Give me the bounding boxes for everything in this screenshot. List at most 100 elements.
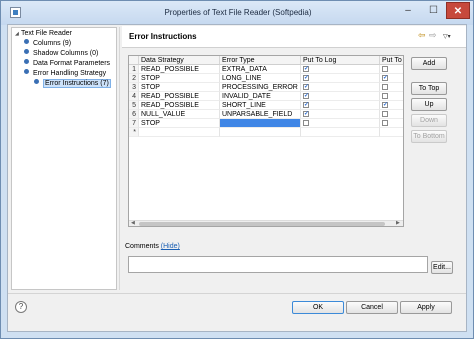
data-strategy-cell[interactable]	[139, 128, 220, 137]
data-strategy-cell[interactable]: STOP	[139, 74, 220, 83]
put-to-cell	[380, 110, 403, 119]
row-number[interactable]: 4	[129, 92, 139, 101]
scroll-left-icon[interactable]: ◀	[131, 220, 135, 226]
header-cell-error-type[interactable]: Error Type	[220, 56, 301, 65]
error-type-cell[interactable]	[220, 119, 301, 128]
put-to-log-cell	[301, 101, 380, 110]
pane-splitter[interactable]	[119, 27, 120, 290]
put-to-log-checkbox[interactable]	[303, 74, 309, 82]
put-to-log-cell	[301, 65, 380, 74]
put-to-log-checkbox[interactable]	[303, 101, 309, 109]
down-button[interactable]: Down	[411, 114, 447, 127]
add-button[interactable]: Add	[411, 57, 447, 70]
data-strategy-cell[interactable]: READ_POSSIBLE	[139, 101, 220, 110]
tree-item-label: Error Instructions (7)	[43, 79, 111, 88]
put-to-checkbox[interactable]	[382, 101, 388, 109]
put-to-log-cell	[301, 128, 380, 137]
put-to-checkbox[interactable]	[382, 120, 388, 126]
horizontal-scrollbar[interactable]: ◀ ▶	[129, 220, 403, 226]
put-to-checkbox[interactable]	[382, 74, 388, 82]
put-to-log-checkbox[interactable]	[303, 92, 309, 100]
comments-label: Comments (Hide)	[125, 243, 180, 250]
tree-item-shadow-columns[interactable]: Shadow Columns (0)	[24, 49, 98, 59]
node-icon	[24, 69, 29, 74]
header-cell-row-number	[129, 56, 139, 65]
error-type-cell[interactable]: LONG_LINE	[220, 74, 301, 83]
put-to-log-checkbox[interactable]	[303, 110, 309, 118]
put-to-log-cell	[301, 110, 380, 119]
page-title: Error Instructions	[129, 32, 197, 41]
tree-item-data-format-parameters[interactable]: Data Format Parameters	[24, 59, 110, 69]
error-type-cell[interactable]	[220, 128, 301, 137]
header-cell-put-to-log[interactable]: Put To Log	[301, 56, 380, 65]
comments-label-text: Comments	[125, 243, 159, 250]
row-number[interactable]: 2	[129, 74, 139, 83]
cancel-button[interactable]: Cancel	[346, 301, 398, 314]
tree-item-columns[interactable]: Columns (9)	[24, 39, 71, 49]
put-to-checkbox[interactable]	[382, 84, 388, 90]
put-to-log-cell	[301, 83, 380, 92]
put-to-log-cell	[301, 119, 380, 128]
header-cell-data-strategy[interactable]: Data Strategy	[139, 56, 220, 65]
row-number[interactable]: 5	[129, 101, 139, 110]
data-strategy-cell[interactable]: READ_POSSIBLE	[139, 65, 220, 74]
node-icon	[24, 59, 29, 64]
apply-button[interactable]: Apply	[400, 301, 452, 314]
navigation-tree[interactable]: ◢ Text File Reader Columns (9) Shadow Col…	[11, 27, 117, 290]
error-type-cell[interactable]: INVALID_DATE	[220, 92, 301, 101]
put-to-checkbox[interactable]	[382, 111, 388, 117]
put-to-cell	[380, 119, 403, 128]
back-arrow-icon[interactable]: ⇦	[418, 30, 426, 41]
close-button[interactable]: ✕	[446, 2, 470, 19]
tree-item-label: Text File Reader	[21, 30, 72, 37]
view-menu-icon[interactable]: ▽▾	[443, 33, 451, 40]
header-cell-put-to[interactable]: Put To	[380, 56, 403, 65]
error-type-cell[interactable]: EXTRA_DATA	[220, 65, 301, 74]
row-number[interactable]: 7	[129, 119, 139, 128]
ok-button[interactable]: OK	[292, 301, 344, 314]
tree-item-text-file-reader[interactable]: ◢ Text File Reader	[15, 29, 72, 39]
put-to-cell	[380, 65, 403, 74]
put-to-checkbox[interactable]	[382, 66, 388, 72]
put-to-log-checkbox[interactable]	[303, 65, 309, 73]
put-to-log-cell	[301, 92, 380, 101]
scroll-right-icon[interactable]: ▶	[396, 220, 400, 226]
tree-item-error-instructions[interactable]: Error Instructions (7)	[34, 79, 111, 89]
put-to-cell	[380, 74, 403, 83]
comments-field[interactable]	[128, 256, 428, 273]
up-button[interactable]: Up	[411, 98, 447, 111]
row-number[interactable]: 1	[129, 65, 139, 74]
scrollbar-thumb[interactable]	[139, 222, 385, 226]
put-to-log-checkbox[interactable]	[303, 120, 309, 126]
hide-comments-link[interactable]: (Hide)	[161, 243, 180, 250]
maximize-button[interactable]: ☐	[421, 2, 446, 19]
error-instructions-table[interactable]: Data Strategy Error Type Put To Log Put …	[128, 55, 404, 227]
minimize-button[interactable]: –	[395, 2, 421, 19]
node-icon	[24, 49, 29, 54]
to-bottom-button[interactable]: To Bottom	[411, 130, 447, 143]
data-strategy-cell[interactable]: STOP	[139, 83, 220, 92]
error-type-cell[interactable]: SHORT_LINE	[220, 101, 301, 110]
data-strategy-cell[interactable]: READ_POSSIBLE	[139, 92, 220, 101]
to-top-button[interactable]: To Top	[411, 82, 447, 95]
help-icon[interactable]: ?	[15, 301, 27, 313]
title-bar[interactable]: Properties of Text File Reader (Softpedi…	[1, 1, 473, 25]
edit-comments-button[interactable]: Edit...	[431, 261, 453, 274]
data-strategy-cell[interactable]: NULL_VALUE	[139, 110, 220, 119]
put-to-checkbox[interactable]	[382, 93, 388, 99]
row-number[interactable]: 3	[129, 83, 139, 92]
forward-arrow-icon[interactable]: ⇨	[429, 30, 437, 41]
node-icon	[34, 79, 39, 84]
put-to-cell	[380, 92, 403, 101]
error-type-cell[interactable]: UNPARSABLE_FIELD	[220, 110, 301, 119]
tree-item-label: Columns (9)	[33, 40, 72, 47]
row-number[interactable]: *	[129, 128, 139, 137]
tree-item-error-handling-strategy[interactable]: Error Handling Strategy	[24, 69, 106, 79]
page-header: Error Instructions ⇦ ⇨ ▽▾	[122, 26, 466, 48]
data-strategy-cell[interactable]: STOP	[139, 119, 220, 128]
tree-item-label: Error Handling Strategy	[33, 70, 107, 77]
put-to-log-checkbox[interactable]	[303, 83, 309, 91]
row-number[interactable]: 6	[129, 110, 139, 119]
put-to-cell	[380, 128, 403, 137]
error-type-cell[interactable]: PROCESSING_ERROR	[220, 83, 301, 92]
